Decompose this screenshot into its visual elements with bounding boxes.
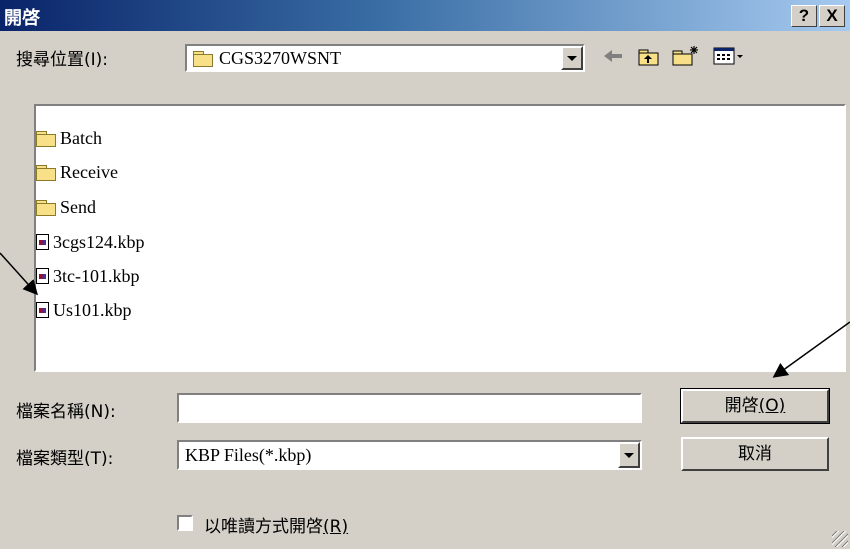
open-dialog: 開啓 ? X 搜尋位置(I): CGS3270WSNT Batch Receiv… — [0, 0, 850, 549]
annotation-arrow-right — [772, 321, 850, 378]
annotation-arrows — [0, 252, 850, 378]
annotation-arrow-left — [0, 252, 39, 296]
